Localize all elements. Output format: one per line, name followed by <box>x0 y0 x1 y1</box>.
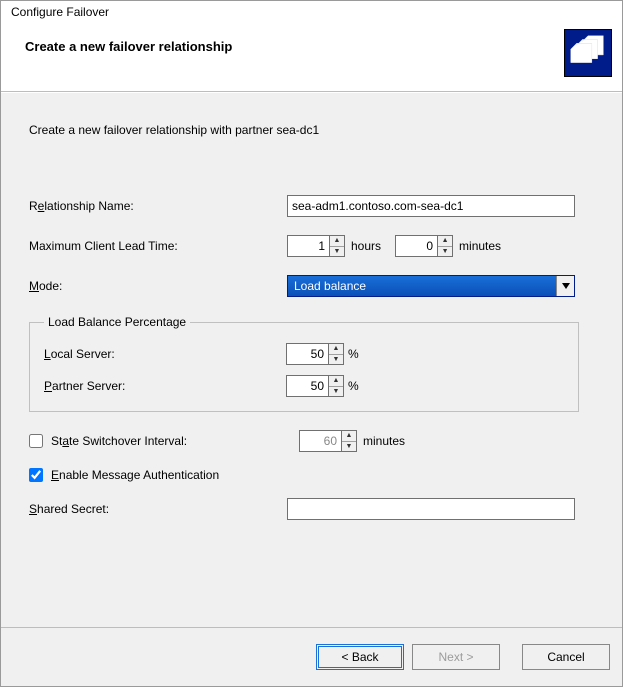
mode-selected: Load balance <box>288 276 556 296</box>
wizard-folders-icon <box>564 29 612 77</box>
shared-secret-label: Shared Secret: <box>29 502 287 516</box>
local-server-spinner[interactable]: ▲ ▼ <box>286 343 344 365</box>
max-client-lead-label: Maximum Client Lead Time: <box>29 239 287 253</box>
local-up-button[interactable]: ▲ <box>329 344 343 355</box>
minutes-up-button[interactable]: ▲ <box>438 236 452 247</box>
mode-label: Mode: <box>29 279 287 293</box>
partner-up-button[interactable]: ▲ <box>329 376 343 387</box>
mode-dropdown-button[interactable] <box>556 276 574 296</box>
partner-server-input[interactable] <box>286 375 328 397</box>
next-button[interactable]: Next > <box>412 644 500 670</box>
partner-server-label: Partner Server: <box>44 379 286 393</box>
local-server-input[interactable] <box>286 343 328 365</box>
load-balance-group: Load Balance Percentage Local Server: ▲ … <box>29 315 579 412</box>
minutes-unit: minutes <box>459 239 501 253</box>
state-switchover-spinner[interactable]: ▲ ▼ <box>299 430 357 452</box>
window-title: Configure Failover <box>1 1 622 19</box>
enable-msg-auth-checkbox[interactable] <box>29 468 43 482</box>
load-balance-legend: Load Balance Percentage <box>44 315 190 329</box>
local-server-label: Local Server: <box>44 347 286 361</box>
page-title: Create a new failover relationship <box>25 39 232 54</box>
hours-spinner[interactable]: ▲ ▼ <box>287 235 345 257</box>
relationship-name-label: Relationship Name: <box>29 199 287 213</box>
switchover-down-button[interactable]: ▼ <box>342 442 356 452</box>
switchover-up-button[interactable]: ▲ <box>342 431 356 442</box>
cancel-button[interactable]: Cancel <box>522 644 610 670</box>
partner-pct: % <box>348 379 359 393</box>
partner-down-button[interactable]: ▼ <box>329 387 343 397</box>
back-button[interactable]: < Back <box>316 644 404 670</box>
hours-up-button[interactable]: ▲ <box>330 236 344 247</box>
wizard-body: Create a new failover relationship with … <box>1 92 622 627</box>
intro-text: Create a new failover relationship with … <box>29 123 598 137</box>
chevron-down-icon <box>562 283 570 289</box>
wizard-footer: < Back Next > Cancel <box>1 627 622 686</box>
hours-down-button[interactable]: ▼ <box>330 247 344 257</box>
state-switchover-label: State Switchover Interval: <box>51 434 187 448</box>
minutes-input[interactable] <box>395 235 437 257</box>
state-switchover-checkbox[interactable] <box>29 434 43 448</box>
shared-secret-input[interactable] <box>287 498 575 520</box>
partner-server-spinner[interactable]: ▲ ▼ <box>286 375 344 397</box>
local-pct: % <box>348 347 359 361</box>
enable-msg-auth-label: Enable Message Authentication <box>51 468 219 482</box>
wizard-header: Create a new failover relationship <box>1 19 622 92</box>
state-switchover-unit: minutes <box>363 434 405 448</box>
state-switchover-input[interactable] <box>299 430 341 452</box>
minutes-down-button[interactable]: ▼ <box>438 247 452 257</box>
hours-input[interactable] <box>287 235 329 257</box>
local-down-button[interactable]: ▼ <box>329 355 343 365</box>
relationship-name-input[interactable] <box>287 195 575 217</box>
hours-unit: hours <box>351 239 381 253</box>
mode-dropdown[interactable]: Load balance <box>287 275 575 297</box>
minutes-spinner[interactable]: ▲ ▼ <box>395 235 453 257</box>
